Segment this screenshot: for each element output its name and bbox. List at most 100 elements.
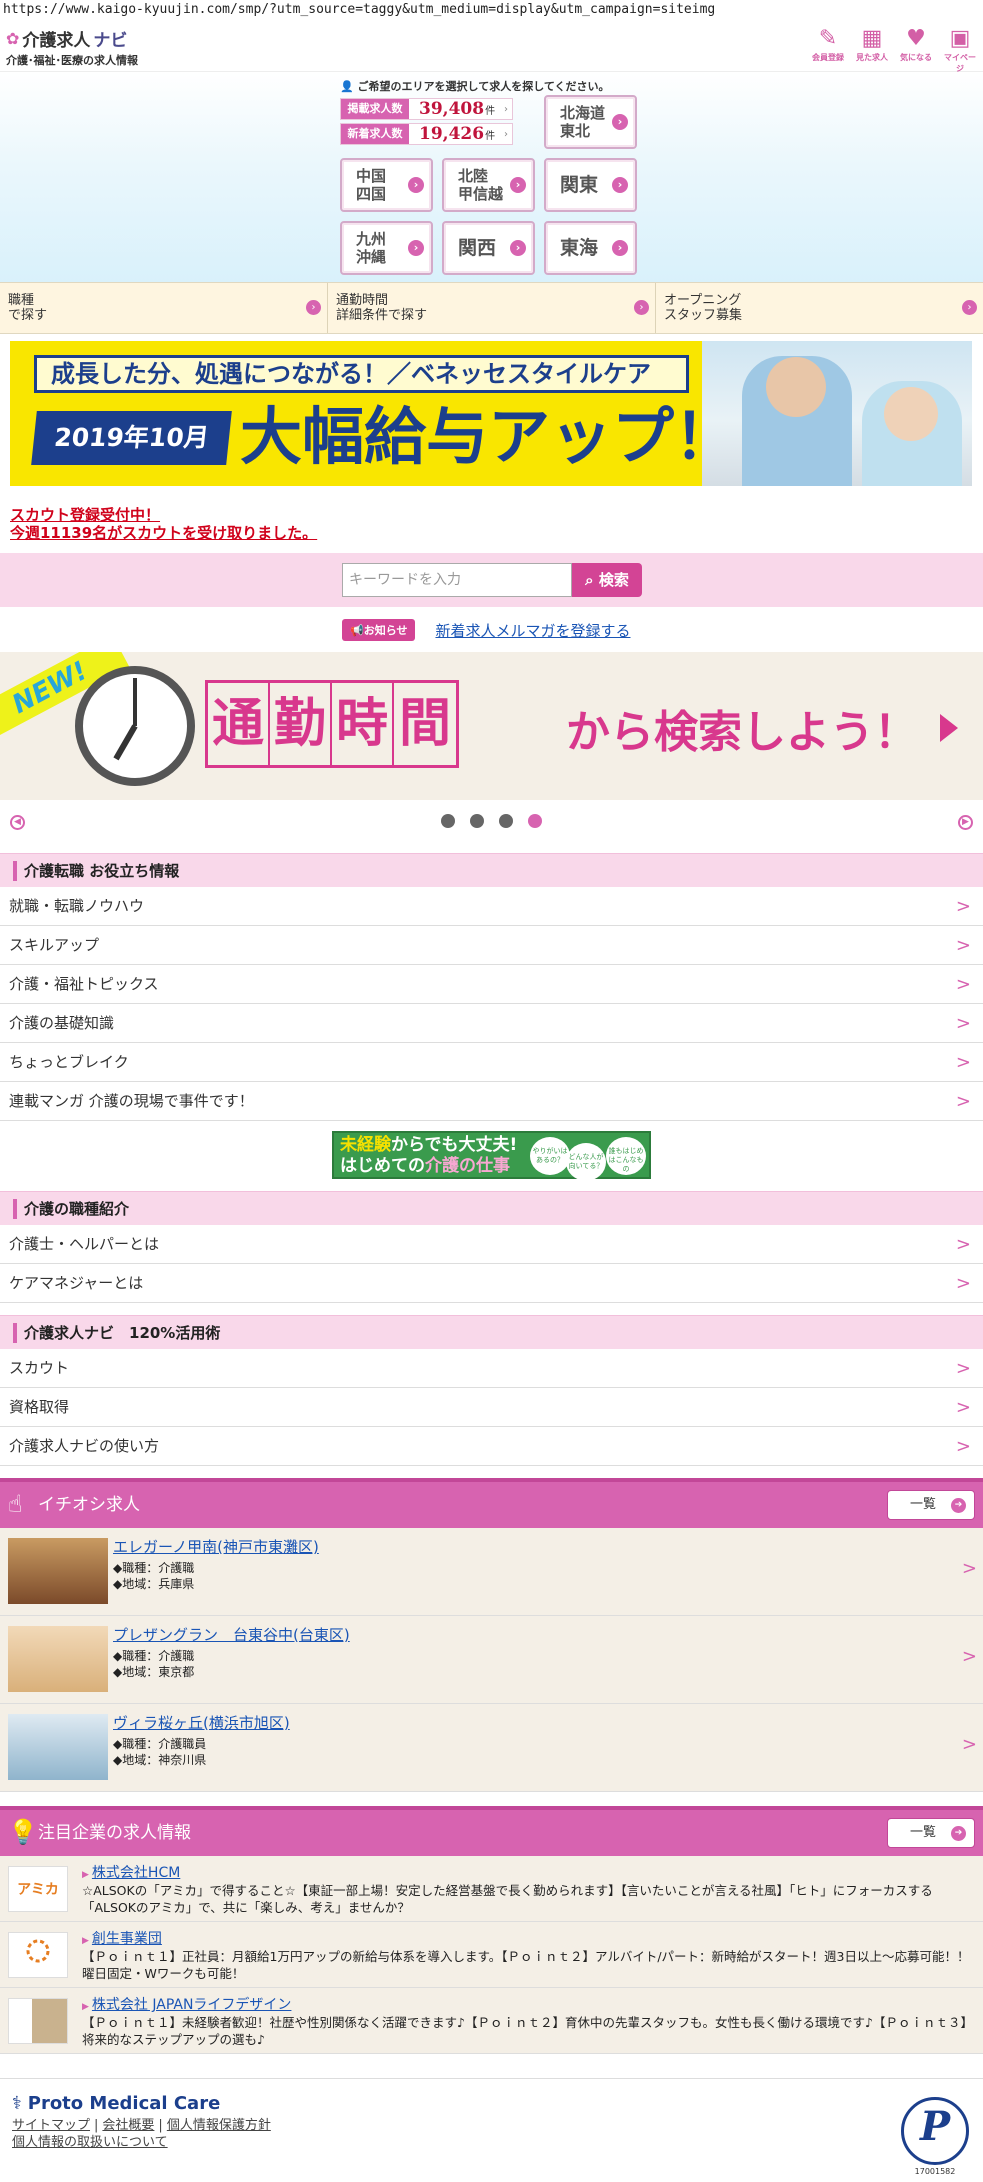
company-card[interactable]: アミカ 株式会社HCM ☆ALSOKの「アミカ」で得すること☆【東証一部上場！安… — [0, 1856, 983, 1922]
chevron-right-icon: > — [961, 1646, 977, 1667]
site-logo[interactable]: ✿ 介護求人 ナビ 介護･福祉･医療の求人情報 — [6, 26, 138, 68]
footer-link-sitemap[interactable]: サイトマップ — [12, 2118, 90, 2133]
company-card[interactable]: 株式会社 JAPANライフデザイン 【Ｐｏｉｎｔ１】未経験者歓迎！社歴や性別関係… — [0, 1988, 983, 2054]
search-by-commute[interactable]: 通勤時間 詳細条件で探す › — [328, 283, 656, 333]
area-hint: 👤 ご希望のエリアを選択して求人を探してください。 — [340, 80, 610, 93]
region-kyushu-okinawa[interactable]: 九州 沖縄 › — [340, 221, 433, 275]
privacy-mark[interactable]: P 17001582 — [901, 2097, 969, 2176]
job-card[interactable]: ヴィラ桜ヶ丘(横浜市旭区) ◆職種：介護職員 ◆地域：神奈川県 > — [0, 1704, 983, 1792]
region-chugoku-shikoku[interactable]: 中国 四国 › — [340, 158, 433, 212]
commute-search-banner[interactable]: NEW! 通 勤 時 間 から検索しよう！ — [0, 652, 983, 800]
carousel-dot-3[interactable] — [499, 814, 513, 828]
footer-brand[interactable]: ⚕ Proto Medical Care — [12, 2093, 220, 2114]
companies-list-button[interactable]: 一覧 ➔ — [887, 1818, 975, 1848]
search-by-job-type[interactable]: 職種 で探す › — [0, 283, 328, 333]
carousel-dot-1[interactable] — [441, 814, 455, 828]
company-name[interactable]: 創生事業団 — [82, 1928, 162, 1948]
arrow-right-icon: ➔ — [951, 1498, 966, 1513]
banner-photo — [702, 341, 972, 486]
search-opening-staff[interactable]: オープニング スタッフ募集 › — [656, 283, 983, 333]
chevron-right-icon: › — [510, 240, 526, 256]
job-card[interactable]: プレザングラン 台東谷中(台東区) ◆職種：介護職 ◆地域：東京都 > — [0, 1616, 983, 1704]
company-desc: ☆ALSOKの「アミカ」で得すること☆【東証一部上場！安定した経営基盤で長く勤め… — [82, 1883, 933, 1915]
flower-icon: ✿ — [6, 29, 20, 48]
list-item[interactable]: 資格取得 > — [0, 1388, 983, 1427]
featured-list-button[interactable]: 一覧 ➔ — [887, 1490, 975, 1520]
chevron-right-icon: › — [612, 240, 628, 256]
logo-subtitle: 介護･福祉･医療の求人情報 — [6, 54, 138, 67]
company-logo — [8, 1932, 68, 1978]
pencil-icon: ✎ — [818, 26, 838, 51]
carousel-next-button[interactable]: ▶ — [958, 815, 973, 830]
list-item[interactable]: ちょっとブレイク > — [0, 1043, 983, 1082]
chevron-right-icon: > — [955, 1013, 971, 1034]
chevron-right-icon: › — [634, 300, 649, 315]
new-count[interactable]: 新着求人数 19,426 件 › — [340, 123, 513, 145]
region-kansai[interactable]: 関西 › — [442, 221, 535, 275]
scout-line-1[interactable]: スカウト登録受付中！ — [10, 506, 317, 524]
list-item[interactable]: ケアマネジャーとは > — [0, 1264, 983, 1303]
carousel-dot-2[interactable] — [470, 814, 484, 828]
list-item[interactable]: 介護・福祉トピックス > — [0, 965, 983, 1004]
chevron-right-icon: > — [955, 1436, 971, 1457]
footer-link-privacy-policy[interactable]: 個人情報保護方針 — [167, 2118, 271, 2133]
job-thumbnail — [8, 1538, 108, 1604]
register-button[interactable]: ✎ 会員登録 — [809, 26, 847, 74]
scout-notice[interactable]: スカウト登録受付中！ 今週11139名がスカウトを受け取りました。 — [10, 506, 317, 542]
region-hokuriku-koshinetsu[interactable]: 北陸 甲信越 › — [442, 158, 535, 212]
company-name[interactable]: 株式会社HCM — [82, 1862, 180, 1882]
job-name[interactable]: ヴィラ桜ヶ丘(横浜市旭区) — [113, 1712, 290, 1733]
carousel-dot-4[interactable] — [528, 814, 542, 828]
companies-header: 💡 注目企業の求人情報 一覧 ➔ — [0, 1806, 983, 1856]
keyword-input[interactable]: キーワードを入力 — [342, 563, 572, 597]
mypage-button[interactable]: ▣ マイページ — [941, 26, 979, 74]
chevron-right-icon: › — [612, 177, 628, 193]
job-name[interactable]: エレガーノ甲南(神戸市東灘区) — [113, 1536, 319, 1557]
list-item[interactable]: スキルアップ > — [0, 926, 983, 965]
search-button[interactable]: ⌕ 検索 — [572, 563, 642, 597]
region-kanto[interactable]: 関東 › — [544, 158, 637, 212]
company-card[interactable]: 創生事業団 【Ｐｏｉｎｔ１】正社員：月額給1万円アップの新給与体系を導入します。… — [0, 1922, 983, 1988]
favorites-button[interactable]: ♥ 気になる — [897, 26, 935, 74]
scout-line-2[interactable]: 今週11139名がスカウトを受け取りました。 — [10, 524, 317, 542]
list-item[interactable]: 就職・転職ノウハウ > — [0, 887, 983, 926]
beginner-care-banner[interactable]: 未経験からでも大丈夫! はじめての介護の仕事 やりがいはあるの？ どんな人が向い… — [332, 1131, 651, 1181]
company-name[interactable]: 株式会社 JAPANライフデザイン — [82, 1994, 292, 2014]
list-item[interactable]: 介護の基礎知識 > — [0, 1004, 983, 1043]
calendar-icon: ▦ — [861, 26, 883, 51]
job-thumbnail — [8, 1714, 108, 1780]
search-icon: ⌕ — [585, 571, 594, 589]
footer-link-privacy-handling[interactable]: 個人情報の取扱いについて — [12, 2135, 168, 2150]
job-card[interactable]: エレガーノ甲南(神戸市東灘区) ◆職種：介護職 ◆地域：兵庫県 > — [0, 1528, 983, 1616]
region-hokkaido-tohoku[interactable]: 北海道 東北 › — [544, 95, 637, 149]
list-item[interactable]: 介護求人ナビの使い方 > — [0, 1427, 983, 1466]
logo-title: 介護求人 — [22, 31, 91, 51]
list-item[interactable]: スカウト > — [0, 1349, 983, 1388]
list-item[interactable]: 介護士・ヘルパーとは > — [0, 1225, 983, 1264]
carousel-prev-button[interactable]: ◀ — [10, 815, 25, 830]
chevron-right-icon: > — [955, 1052, 971, 1073]
viewed-jobs-button[interactable]: ▦ 見た求人 — [853, 26, 891, 74]
newsletter-link[interactable]: 新着求人メルマガを登録する — [435, 620, 630, 641]
site-header: ✿ 介護求人 ナビ 介護･福祉･医療の求人情報 ✎ 会員登録 ▦ 見た求人 ♥ 気になる … — [0, 22, 983, 74]
company-logo: アミカ — [8, 1866, 68, 1912]
notice-row: 📢お知らせ 新着求人メルマガを登録する — [342, 619, 631, 641]
section-header-tips: 介護転職 お役立ち情報 — [0, 853, 983, 887]
job-name[interactable]: プレザングラン 台東谷中(台東区) — [113, 1624, 350, 1645]
banner-headline: 成長した分、処遇につながる！／ベネッセスタイルケア — [34, 355, 689, 393]
chevron-right-icon: > — [955, 1234, 971, 1255]
person-icon: 👤 — [340, 80, 354, 93]
chevron-right-icon: > — [955, 896, 971, 917]
featured-jobs-header: ☝ イチオシ求人 一覧 ➔ — [0, 1478, 983, 1528]
footer-links: サイトマップ | 会社概要 | 個人情報保護方針 個人情報の取扱いについて — [12, 2118, 271, 2150]
benesse-banner[interactable]: 成長した分、処遇につながる！／ベネッセスタイルケア 2019年10月 大幅給与ア… — [10, 341, 972, 486]
posted-count[interactable]: 掲載求人数 39,408 件 › — [340, 98, 513, 120]
company-desc: 【Ｐｏｉｎｔ１】未経験者歓迎！社歴や性別関係なく活躍できます♪【Ｐｏｉｎｔ２】育… — [82, 2015, 967, 2047]
lightbulb-icon: 💡 — [8, 1818, 38, 1846]
chevron-right-icon: > — [955, 1091, 971, 1112]
clock-icon — [75, 666, 195, 786]
section-header-job-types: 介護の職種紹介 — [0, 1191, 983, 1225]
region-tokai[interactable]: 東海 › — [544, 221, 637, 275]
list-item[interactable]: 連載マンガ 介護の現場で事件です！ > — [0, 1082, 983, 1121]
footer-link-company[interactable]: 会社概要 — [102, 2118, 154, 2133]
